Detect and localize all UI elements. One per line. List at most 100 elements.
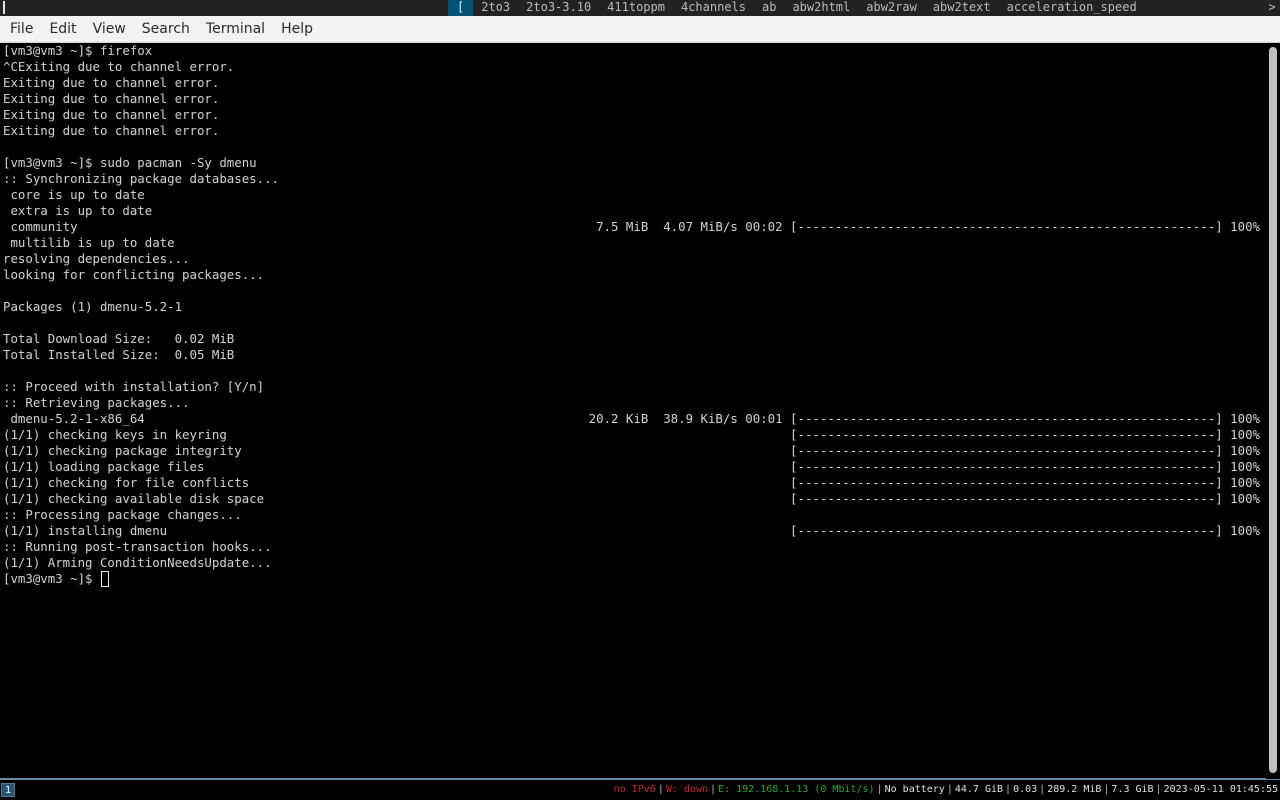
status-separator: |: [1155, 784, 1162, 795]
terminal-line: (1/1) loading package files [------------…: [3, 459, 1265, 475]
dmenu-item[interactable]: abw2html: [784, 0, 858, 16]
terminal-line: looking for conflicting packages...: [3, 267, 1265, 283]
terminal-line: (1/1) installing dmenu [-----------------…: [3, 523, 1265, 539]
terminal-line-text: (1/1) checking package integrity: [3, 443, 242, 458]
dmenu-item[interactable]: 411toppm: [599, 0, 673, 16]
progress-text: [---------------------------------------…: [790, 459, 1260, 474]
dmenu-item[interactable]: 4channels: [673, 0, 754, 16]
terminal-line: (1/1) checking available disk space [----…: [3, 491, 1265, 507]
dmenu-item[interactable]: abw2raw: [858, 0, 925, 16]
status-segment: No battery: [884, 784, 945, 795]
terminal-line: :: Running post-transaction hooks...: [3, 539, 1265, 555]
status-separator: |: [876, 784, 883, 795]
progress-text: [---------------------------------------…: [790, 427, 1260, 442]
progress-text: 20.2 KiB 38.9 KiB/s 00:01 [-------------…: [588, 411, 1260, 426]
terminal-area[interactable]: [vm3@vm3 ~]$ firefox ^CExiting due to cha…: [0, 43, 1280, 779]
terminal-line-text: :: Processing package changes...: [3, 507, 242, 522]
terminal-line: community 7.5 MiB 4.07 MiB/s 00:02 [-----…: [3, 219, 1265, 235]
terminal-line-text: (1/1) loading package files: [3, 459, 205, 474]
scrollbar[interactable]: [1266, 43, 1280, 779]
terminal-line: multilib is up to date: [3, 235, 1265, 251]
menu-view[interactable]: View: [83, 21, 126, 37]
terminal-line-text: Exiting due to channel error.: [3, 91, 220, 106]
terminal-line: [vm3@vm3 ~]$: [3, 571, 1265, 587]
terminal-line-text: dmenu-5.2-1-x86_64: [3, 411, 145, 426]
terminal-line: Exiting due to channel error.: [3, 107, 1265, 123]
terminal-line: [vm3@vm3 ~]$ sudo pacman -Sy dmenu: [3, 155, 1265, 171]
status-separator: |: [1103, 784, 1110, 795]
terminal-line: :: Synchronizing package databases...: [3, 171, 1265, 187]
workspace-button[interactable]: 1: [1, 783, 15, 797]
status-segment: no IPv6: [613, 784, 656, 795]
terminal-line: dmenu-5.2-1-x86_64 20.2 KiB 38.9 KiB/s 00…: [3, 411, 1265, 427]
terminal-line: Exiting due to channel error.: [3, 75, 1265, 91]
status-segment: 289.2 MiB: [1047, 784, 1102, 795]
status-items: no IPv6 | W: down | E: 192.168.1.13 (0 Mbit/…: [613, 780, 1279, 800]
dmenu-item[interactable]: ab: [754, 0, 784, 16]
dmenu-item[interactable]: abw2text: [925, 0, 999, 16]
menu-file[interactable]: File: [0, 21, 33, 37]
terminal-line: (1/1) Arming ConditionNeedsUpdate...: [3, 555, 1265, 571]
terminal-line: resolving dependencies...: [3, 251, 1265, 267]
terminal-line-text: (1/1) installing dmenu: [3, 523, 168, 538]
status-separator: |: [657, 784, 664, 795]
progress-text: [---------------------------------------…: [790, 443, 1260, 458]
status-segment: W: down: [665, 784, 709, 795]
terminal-output[interactable]: [vm3@vm3 ~]$ firefox ^CExiting due to cha…: [3, 43, 1265, 779]
terminal-line: (1/1) checking package integrity [-------…: [3, 443, 1265, 459]
menu-edit[interactable]: Edit: [39, 21, 76, 37]
terminal-line: :: Proceed with installation? [Y/n]: [3, 379, 1265, 395]
status-separator: |: [1039, 784, 1046, 795]
dmenu-bar: [2to3 2to3-3.10 411toppm 4channels ab abw2htm…: [0, 0, 1280, 16]
terminal-line: Exiting due to channel error.: [3, 91, 1265, 107]
progress-text: [---------------------------------------…: [790, 523, 1260, 538]
terminal-line: (1/1) checking keys in keyring [---------…: [3, 427, 1265, 443]
terminal-line: :: Retrieving packages...: [3, 395, 1265, 411]
scrollbar-thumb[interactable]: [1269, 47, 1277, 773]
status-separator: |: [1005, 784, 1012, 795]
terminal-line-text: resolving dependencies...: [3, 251, 190, 266]
terminal-line-text: [vm3@vm3 ~]$: [3, 571, 100, 586]
terminal-line-text: Total Installed Size: 0.05 MiB: [3, 347, 235, 362]
terminal-line: Exiting due to channel error.: [3, 123, 1265, 139]
terminal-line-text: Exiting due to channel error.: [3, 107, 220, 122]
terminal-line-text: [vm3@vm3 ~]$ firefox: [3, 43, 153, 58]
dmenu-item[interactable]: 2to3-3.10: [518, 0, 599, 16]
terminal-line-text: Exiting due to channel error.: [3, 75, 220, 90]
menu-terminal[interactable]: Terminal: [196, 21, 265, 37]
menu-search[interactable]: Search: [132, 21, 190, 37]
menubar: File Edit View Search Terminal Help: [0, 16, 1280, 43]
terminal-line-text: :: Proceed with installation? [Y/n]: [3, 379, 265, 394]
progress-text: [---------------------------------------…: [790, 491, 1260, 506]
terminal-line: [vm3@vm3 ~]$ firefox: [3, 43, 1265, 59]
progress-text: [---------------------------------------…: [790, 475, 1260, 490]
terminal-line-text: Packages (1) dmenu-5.2-1: [3, 299, 183, 314]
terminal-window: File Edit View Search Terminal Help [vm3…: [0, 16, 1280, 780]
terminal-line: Total Download Size: 0.02 MiB: [3, 331, 1265, 347]
terminal-line-text: multilib is up to date: [3, 235, 175, 250]
dmenu-item[interactable]: 2to3: [473, 0, 518, 16]
dmenu-item[interactable]: acceleration_speed: [999, 0, 1145, 16]
terminal-line-text: (1/1) checking available disk space: [3, 491, 265, 506]
status-separator: |: [710, 784, 717, 795]
terminal-line-text: Exiting due to channel error.: [3, 123, 220, 138]
status-segment: 0.03: [1013, 784, 1038, 795]
menu-help[interactable]: Help: [271, 21, 313, 37]
status-separator: |: [946, 784, 953, 795]
terminal-line-text: ^CExiting due to channel error.: [3, 59, 235, 74]
dmenu-input-caret[interactable]: [3, 1, 5, 14]
dmenu-item[interactable]: [: [448, 0, 474, 16]
status-segment: 2023-05-11 01:45:55: [1163, 784, 1278, 795]
terminal-line: ^CExiting due to channel error.: [3, 59, 1265, 75]
terminal-line: Total Installed Size: 0.05 MiB: [3, 347, 1265, 363]
status-bar: 1 no IPv6 | W: down | E: 192.168.1.13 (0 Mbi…: [0, 780, 1280, 800]
terminal-line-text: :: Retrieving packages...: [3, 395, 190, 410]
terminal-line-text: looking for conflicting packages...: [3, 267, 265, 282]
terminal-line-text: core is up to date: [3, 187, 145, 202]
terminal-cursor: [100, 571, 109, 587]
terminal-line-text: Total Download Size: 0.02 MiB: [3, 331, 235, 346]
terminal-line-text: [vm3@vm3 ~]$ sudo pacman -Sy dmenu: [3, 155, 257, 170]
dmenu-more-indicator: >: [1268, 0, 1276, 14]
